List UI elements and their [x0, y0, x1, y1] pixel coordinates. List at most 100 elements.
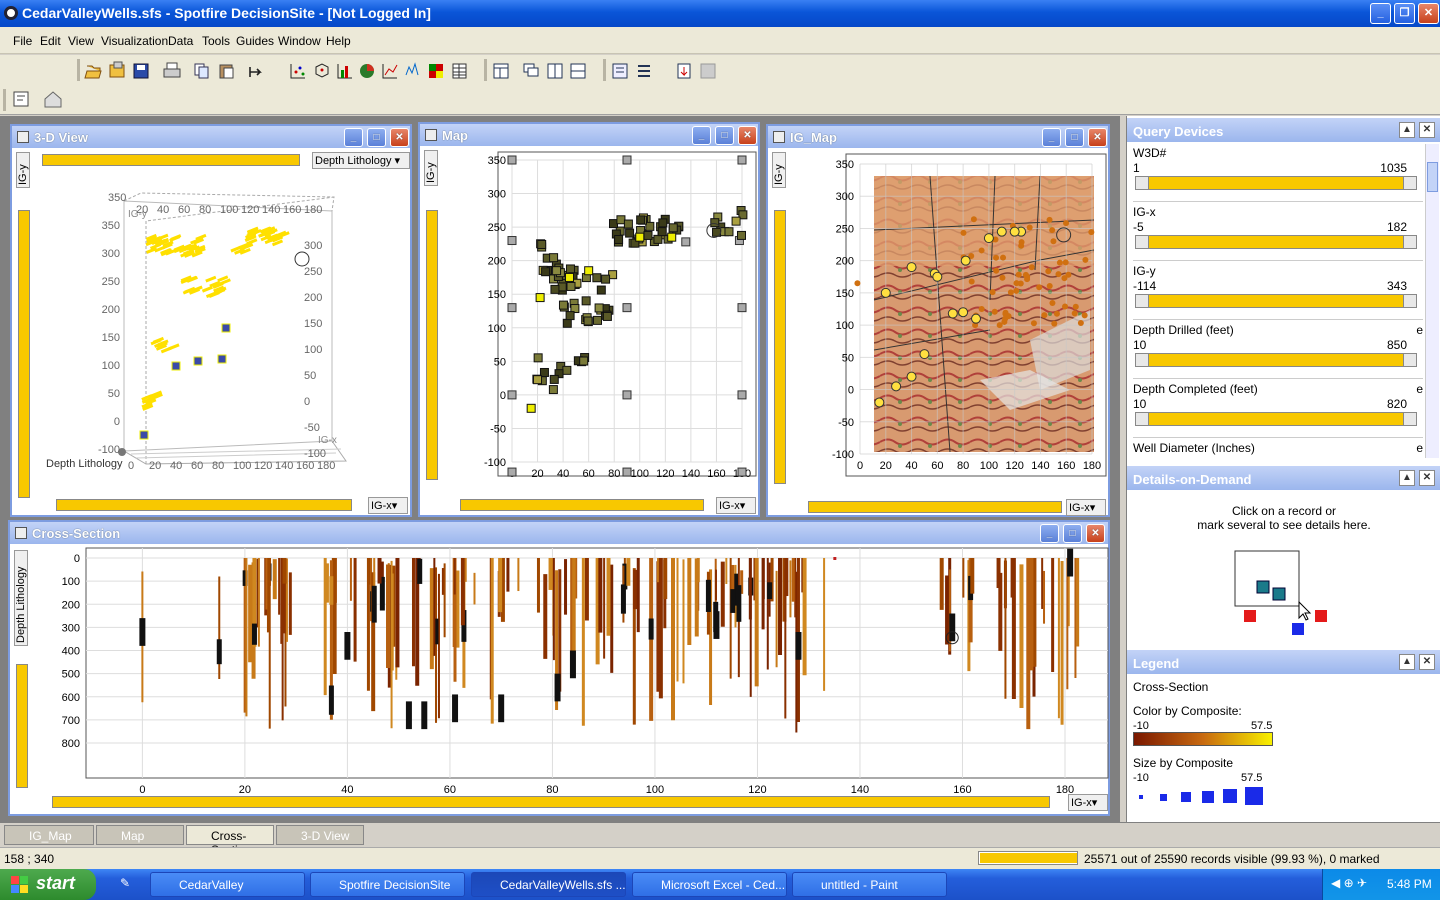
- close-window-button[interactable]: ✕: [1418, 3, 1439, 24]
- cross-section-minimize-button[interactable]: _: [1040, 524, 1059, 543]
- task-cedarvalleywells[interactable]: CedarValleyWells.sfs ...: [471, 872, 626, 897]
- details-collapse-button[interactable]: ▲: [1399, 470, 1415, 486]
- export-icon[interactable]: [677, 63, 691, 79]
- map-x-selector[interactable]: IG-x▾: [716, 497, 756, 514]
- cross-section-title-bar[interactable]: Cross-Section _ □ ✕: [10, 522, 1108, 544]
- map-close-button[interactable]: ✕: [738, 126, 757, 145]
- menu-guides[interactable]: Guides: [236, 34, 274, 48]
- menu-file[interactable]: File: [13, 34, 32, 48]
- query-devices-close-button[interactable]: ✕: [1419, 122, 1435, 138]
- tile-horizontal-icon[interactable]: [570, 63, 586, 79]
- query-device-well-diameter[interactable]: Well Diameter (Inches) e: [1133, 439, 1423, 458]
- igmap-title-bar[interactable]: IG_Map _ □ ✕: [768, 126, 1108, 148]
- view-3d-maximize-button[interactable]: □: [367, 128, 386, 147]
- pie-chart-icon[interactable]: [360, 64, 374, 78]
- range-slider[interactable]: [1135, 412, 1417, 426]
- menu-window[interactable]: Window: [278, 34, 321, 48]
- legend-close-button[interactable]: ✕: [1419, 654, 1435, 670]
- cross-section-y-selector[interactable]: Depth Lithology: [14, 550, 28, 646]
- menu-help[interactable]: Help: [326, 34, 351, 48]
- details-close-button[interactable]: ✕: [1419, 470, 1435, 486]
- range-slider[interactable]: [1135, 176, 1417, 190]
- igmap-x-selector[interactable]: IG-x▾: [1066, 499, 1106, 516]
- view-3d-y-slider[interactable]: [18, 210, 30, 498]
- map-y-selector[interactable]: IG-y: [424, 150, 438, 186]
- profile-chart-icon[interactable]: [405, 62, 419, 76]
- line-chart-icon[interactable]: [382, 64, 398, 79]
- view-3d-window[interactable]: 3-D View _ □ ✕ Depth Lithology ▾ IG-y IG…: [10, 124, 412, 517]
- igmap-maximize-button[interactable]: □: [1065, 128, 1084, 147]
- copy-icon[interactable]: [194, 63, 209, 79]
- view-3d-minimize-button[interactable]: _: [344, 128, 363, 147]
- cross-section-maximize-button[interactable]: □: [1063, 524, 1082, 543]
- igmap-y-slider[interactable]: [774, 210, 786, 484]
- guide-icon[interactable]: [13, 91, 29, 107]
- restore-window-button[interactable]: ❐: [1394, 3, 1415, 24]
- list-icon[interactable]: [638, 65, 650, 77]
- map-maximize-button[interactable]: □: [715, 126, 734, 145]
- igmap-minimize-button[interactable]: _: [1042, 128, 1061, 147]
- menu-edit[interactable]: Edit: [40, 34, 61, 48]
- tab-map[interactable]: Map: [96, 825, 184, 845]
- query-device-w3d[interactable]: W3D# 1 1035: [1133, 144, 1423, 202]
- tab-ig-map[interactable]: IG_Map: [4, 825, 94, 845]
- home-icon[interactable]: [44, 91, 62, 108]
- legend-collapse-button[interactable]: ▲: [1399, 654, 1415, 670]
- cross-section-x-slider[interactable]: [52, 796, 1050, 808]
- igmap-scatter-plot[interactable]: 0 20 40 60 80 100 120 140 160 180 350 300 250 200 150 1…: [790, 150, 1108, 496]
- layout-icon[interactable]: [493, 63, 509, 79]
- bar-chart-icon[interactable]: [337, 64, 352, 79]
- task-paint[interactable]: untitled - Paint: [792, 872, 947, 897]
- view-3d-y-selector[interactable]: IG-y: [16, 152, 30, 188]
- range-slider[interactable]: [1135, 294, 1417, 308]
- cross-section-close-button[interactable]: ✕: [1086, 524, 1105, 543]
- tile-vertical-icon[interactable]: [547, 63, 563, 79]
- window-title-bar[interactable]: CedarValleyWells.sfs - Spotfire Decision…: [0, 0, 1440, 27]
- query-devices-collapse-button[interactable]: ▲: [1399, 122, 1415, 138]
- map-title-bar[interactable]: Map _ □ ✕: [420, 124, 758, 146]
- query-device-depth-drilled[interactable]: Depth Drilled (feet) e 10 850: [1133, 321, 1423, 379]
- task-excel[interactable]: Microsoft Excel - Ced...: [632, 872, 787, 897]
- range-slider[interactable]: [1135, 353, 1417, 367]
- 3d-scatter-icon[interactable]: [315, 63, 329, 78]
- map-x-slider[interactable]: [460, 499, 704, 511]
- range-slider[interactable]: [1135, 235, 1417, 249]
- print-icon[interactable]: [163, 62, 181, 78]
- paste-icon[interactable]: [219, 64, 234, 79]
- igmap-close-button[interactable]: ✕: [1088, 128, 1107, 147]
- menu-data[interactable]: Data: [168, 34, 193, 48]
- quick-launch-icon[interactable]: ✎: [120, 876, 134, 892]
- igmap-x-slider[interactable]: [808, 501, 1062, 513]
- cross-section-plot[interactable]: 0 20 40 60 80 100 120 140 160 180 0 100 200 300 400 500…: [34, 546, 1110, 794]
- view-3d-x-slider[interactable]: [56, 499, 352, 511]
- save-icon[interactable]: [133, 63, 149, 79]
- tile-icon[interactable]: [523, 63, 539, 77]
- query-device-ig-x[interactable]: IG-x -5 182: [1133, 203, 1423, 261]
- menu-visualization[interactable]: Visualization: [101, 34, 168, 48]
- map-minimize-button[interactable]: _: [692, 126, 711, 145]
- map-scatter-plot[interactable]: 0204060801001201401601803503002502001501…: [442, 148, 758, 496]
- cross-section-y-slider[interactable]: [16, 664, 28, 788]
- view-3d-x-selector[interactable]: IG-x▾: [368, 497, 408, 514]
- open-analysis-icon[interactable]: [109, 61, 125, 78]
- view-3d-title-bar[interactable]: 3-D View _ □ ✕: [12, 126, 410, 148]
- query-devices-scrollbar[interactable]: [1425, 144, 1439, 458]
- menu-view[interactable]: View: [68, 34, 94, 48]
- tab-3d-view[interactable]: 3-D View: [276, 825, 364, 845]
- tab-cross-section[interactable]: Cross-Section: [186, 825, 274, 857]
- view-3d-top-slider[interactable]: [42, 154, 300, 166]
- map-window[interactable]: Map _ □ ✕ IG-y IG-x▾ 0 20 40 60 80 100 120 140 1…: [418, 122, 760, 517]
- open-file-icon[interactable]: [84, 65, 102, 79]
- menu-tools[interactable]: Tools: [202, 34, 230, 48]
- undo-icon[interactable]: [249, 67, 262, 77]
- cross-section-x-selector[interactable]: IG-x▾: [1068, 794, 1108, 811]
- tray-icons[interactable]: ◀ ⊕ ✈: [1331, 876, 1367, 890]
- query-device-ig-y[interactable]: IG-y -114 343: [1133, 262, 1423, 320]
- properties-icon[interactable]: [612, 63, 628, 79]
- task-spotfire[interactable]: Spotfire DecisionSite: [310, 872, 465, 897]
- table-icon[interactable]: [452, 63, 467, 79]
- scatter-plot-icon[interactable]: [290, 64, 305, 79]
- heat-map-icon[interactable]: [429, 64, 443, 78]
- minimize-window-button[interactable]: _: [1370, 3, 1391, 24]
- task-cedarvalley[interactable]: CedarValley: [150, 872, 305, 897]
